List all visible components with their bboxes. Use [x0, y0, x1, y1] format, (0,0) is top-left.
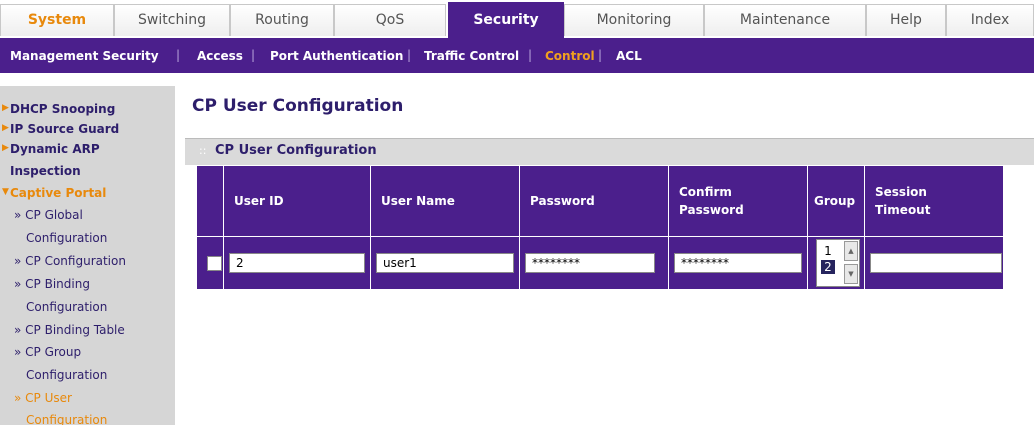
subnav-separator: | [251, 48, 256, 62]
header-label: Group [814, 194, 856, 208]
tab-qos[interactable]: QoS [334, 4, 446, 36]
subnav-separator: | [407, 48, 412, 62]
subnav-acl[interactable]: ACL [616, 49, 642, 63]
nav-label: Inspection [10, 164, 81, 178]
user-name-input[interactable]: user1 [376, 253, 514, 273]
security-subnav: Management Security | Access | Port Auth… [0, 39, 1034, 73]
subnav-access[interactable]: Access [197, 49, 243, 63]
confirm-password-input[interactable]: ******** [674, 253, 802, 273]
panel-title: CP User Configuration [215, 143, 377, 158]
subnav-traffic-control[interactable]: Traffic Control [424, 49, 519, 63]
confirm-password-cell: ******** [668, 236, 808, 290]
nav-dynamic-arp[interactable]: ▶ Dynamic ARP [2, 142, 100, 156]
password-cell: ******** [519, 236, 669, 290]
user-name-cell: user1 [370, 236, 520, 290]
table-header-row: User ID User Name Password Confirm Passw… [197, 166, 1004, 237]
session-timeout-input[interactable] [870, 253, 1002, 273]
password-input[interactable]: ******** [525, 253, 655, 273]
main-tab-bar: System Switching Routing QoS Security Mo… [0, 0, 1034, 39]
header-label: Session [875, 185, 927, 199]
header-label: Timeout [875, 203, 931, 217]
header-group: Group [807, 166, 865, 237]
nav-cp-group-configuration[interactable]: » CP Group [14, 345, 81, 359]
nav-cp-group-configuration-cont[interactable]: Configuration [26, 368, 107, 382]
nav-cp-global-configuration-cont[interactable]: Configuration [26, 231, 107, 245]
nav-cp-user-configuration-cont[interactable]: Configuration [26, 413, 107, 425]
scroll-down-icon[interactable]: ▼ [844, 264, 858, 284]
header-label: User ID [234, 194, 284, 208]
nav-cp-binding-configuration-cont[interactable]: Configuration [26, 300, 107, 314]
user-id-cell: 2 [223, 236, 371, 290]
subnav-separator: | [598, 48, 603, 62]
row-select-checkbox[interactable] [207, 255, 222, 271]
tab-monitoring[interactable]: Monitoring [564, 4, 704, 36]
header-password: Password [519, 166, 669, 237]
panel-header: :: CP User Configuration [185, 138, 1034, 165]
tab-routing[interactable]: Routing [230, 4, 334, 36]
arrow-down-icon: ▼ [2, 187, 9, 197]
tab-help[interactable]: Help [866, 4, 946, 36]
header-user-id: User ID [223, 166, 371, 237]
header-confirm-password: Confirm Password [668, 166, 808, 237]
tab-maintenance[interactable]: Maintenance [704, 4, 866, 36]
header-label: Password [530, 194, 595, 208]
subnav-management-security[interactable]: Management Security [10, 49, 159, 63]
subnav-separator: | [528, 48, 533, 62]
nav-dynamic-arp-inspection[interactable]: Inspection [10, 164, 81, 178]
group-cell: 1 2 ▲ ▼ [807, 236, 865, 290]
nav-label: Captive Portal [10, 186, 107, 200]
tab-system[interactable]: System [0, 4, 114, 36]
nav-label: DHCP Snooping [10, 102, 116, 116]
grip-icon: :: [199, 144, 207, 157]
tab-switching[interactable]: Switching [114, 4, 230, 36]
left-navigation: ▶ DHCP Snooping ▶ IP Source Guard ▶ Dyna… [0, 86, 175, 425]
subnav-port-authentication[interactable]: Port Authentication [270, 49, 403, 63]
table-row: 2 user1 ******** ******** 1 2 ▲ ▼ [197, 236, 1004, 290]
header-label: Confirm [679, 185, 732, 199]
nav-cp-configuration[interactable]: » CP Configuration [14, 254, 126, 268]
group-option-2[interactable]: 2 [821, 260, 835, 274]
header-session-timeout: Session Timeout [864, 166, 1004, 237]
header-select [197, 166, 224, 237]
tab-security[interactable]: Security [448, 2, 564, 38]
nav-dhcp-snooping[interactable]: ▶ DHCP Snooping [2, 102, 116, 116]
nav-label: IP Source Guard [10, 122, 120, 136]
nav-cp-user-configuration[interactable]: » CP User [14, 391, 72, 405]
arrow-right-icon: ▶ [2, 103, 9, 113]
session-timeout-cell [864, 236, 1004, 290]
nav-cp-binding-table[interactable]: » CP Binding Table [14, 323, 125, 337]
nav-ip-source-guard[interactable]: ▶ IP Source Guard [2, 122, 120, 136]
cp-user-table: User ID User Name Password Confirm Passw… [197, 166, 1004, 290]
scroll-up-icon[interactable]: ▲ [844, 241, 858, 261]
nav-cp-global-configuration[interactable]: » CP Global [14, 208, 83, 222]
header-user-name: User Name [370, 166, 520, 237]
arrow-right-icon: ▶ [2, 123, 9, 133]
row-select-cell [197, 236, 224, 290]
tab-index[interactable]: Index [946, 4, 1034, 36]
user-id-input[interactable]: 2 [229, 253, 365, 273]
subnav-control[interactable]: Control [545, 49, 595, 63]
group-select-list[interactable]: 1 2 ▲ ▼ [816, 239, 860, 287]
nav-cp-binding-configuration[interactable]: » CP Binding [14, 277, 90, 291]
nav-captive-portal[interactable]: ▼ Captive Portal [2, 186, 107, 200]
nav-label: Dynamic ARP [10, 142, 100, 156]
page-title: CP User Configuration [192, 96, 404, 116]
header-label: User Name [381, 194, 455, 208]
subnav-separator: | [176, 48, 181, 62]
group-option-1[interactable]: 1 [821, 244, 835, 258]
arrow-right-icon: ▶ [2, 143, 9, 153]
header-label: Password [679, 203, 744, 217]
